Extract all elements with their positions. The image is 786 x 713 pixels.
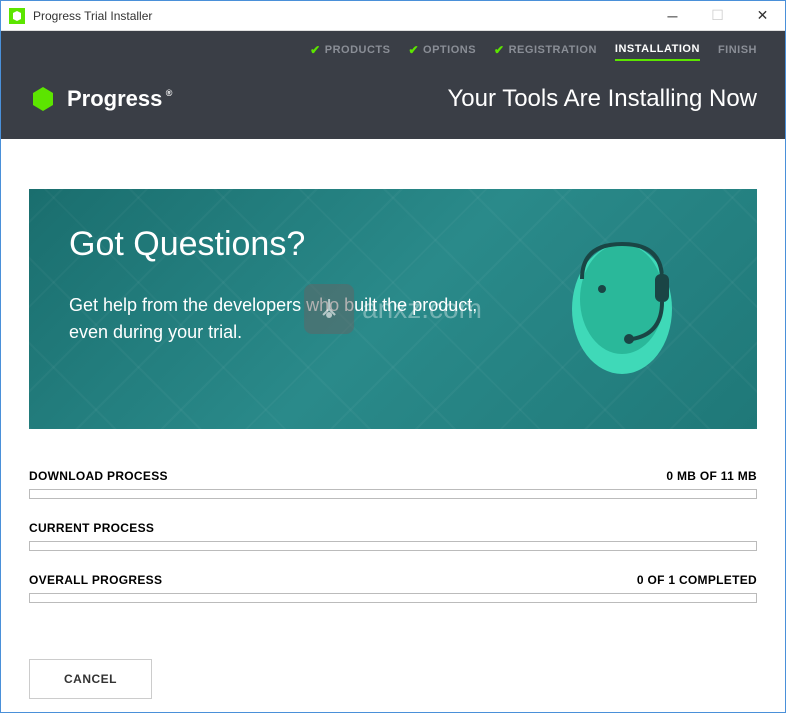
promo-banner: Got Questions? Get help from the develop… [29,189,757,429]
check-icon: ✔ [494,43,505,57]
overall-status: 0 OF 1 COMPLETED [637,573,757,587]
footer: CANCEL [1,645,785,713]
download-progress: DOWNLOAD PROCESS 0 MB OF 11 MB [29,469,757,499]
cancel-button[interactable]: CANCEL [29,659,152,699]
content: Got Questions? Get help from the develop… [1,139,785,645]
close-button[interactable]: ✕ [740,1,785,31]
overall-progress: OVERALL PROGRESS 0 OF 1 COMPLETED [29,573,757,603]
headset-illustration [547,219,697,399]
header-main: Progress Your Tools Are Installing Now [1,67,785,139]
overall-label: OVERALL PROGRESS [29,573,162,587]
window-title: Progress Trial Installer [33,9,650,23]
download-label: DOWNLOAD PROCESS [29,469,168,483]
download-status: 0 MB OF 11 MB [666,469,757,483]
maximize-button: ☐ [695,1,740,31]
banner-text: Get help from the developers who built t… [69,292,489,346]
current-progress: CURRENT PROCESS [29,521,757,551]
step-finish: FINISH [718,43,757,57]
step-options: ✔OPTIONS [408,43,476,57]
progress-section: DOWNLOAD PROCESS 0 MB OF 11 MB CURRENT P… [29,469,757,603]
app-icon [9,8,25,24]
brand-name: Progress [67,86,162,112]
header: ✔PRODUCTS ✔OPTIONS ✔REGISTRATION INSTALL… [1,31,785,139]
download-progress-bar [29,489,757,499]
check-icon: ✔ [310,43,321,57]
wizard-steps: ✔PRODUCTS ✔OPTIONS ✔REGISTRATION INSTALL… [1,31,785,67]
overall-progress-bar [29,593,757,603]
current-progress-bar [29,541,757,551]
minimize-button[interactable]: ─ [650,1,695,31]
window-controls: ─ ☐ ✕ [650,1,785,31]
page-title: Your Tools Are Installing Now [447,85,757,113]
progress-logo-icon [29,85,57,113]
step-installation: INSTALLATION [615,43,700,61]
check-icon: ✔ [408,43,419,57]
step-registration: ✔REGISTRATION [494,43,597,57]
current-label: CURRENT PROCESS [29,521,154,535]
brand-logo: Progress [29,85,162,113]
window-titlebar: Progress Trial Installer ─ ☐ ✕ [1,1,785,31]
step-products: ✔PRODUCTS [310,43,390,57]
